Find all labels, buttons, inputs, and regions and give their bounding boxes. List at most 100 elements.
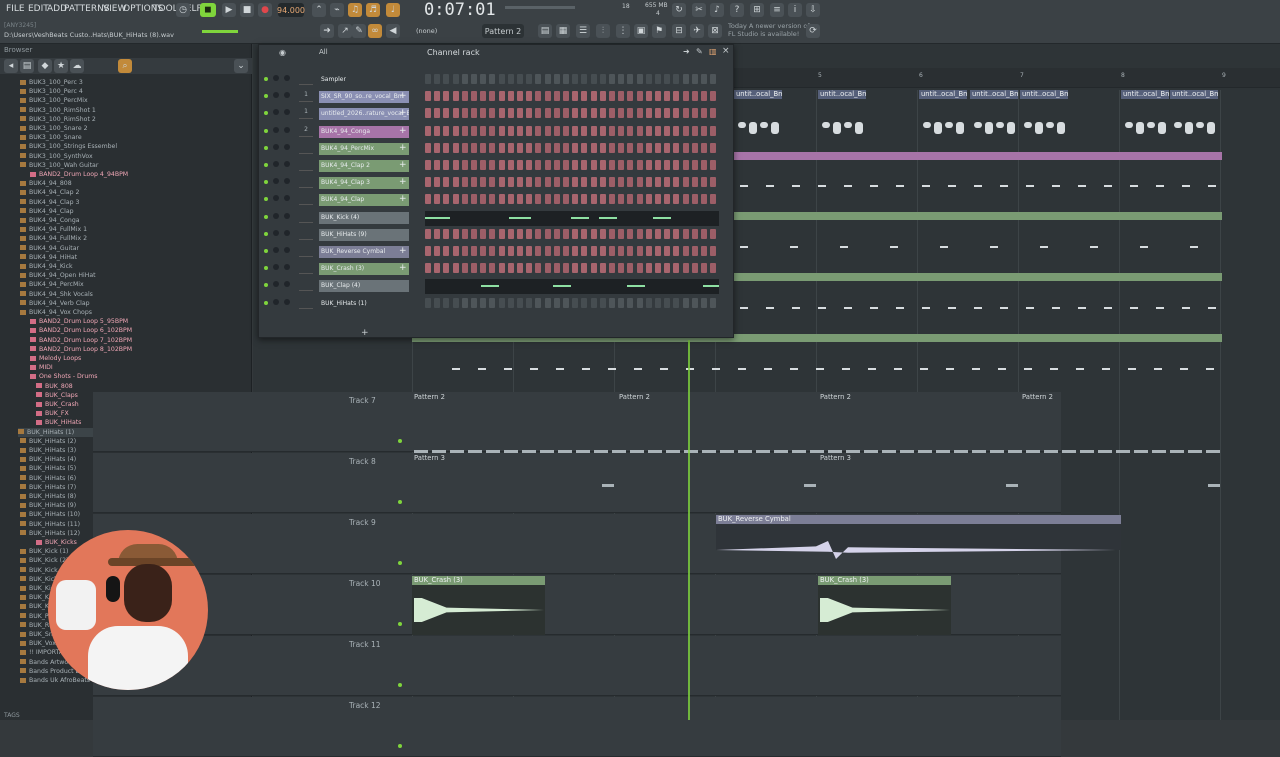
browser-item[interactable]: BUK4_94_Kick [20, 262, 73, 271]
step-button[interactable] [452, 263, 459, 274]
browser-item[interactable]: BUK4_94_FullMix 2 [20, 234, 87, 243]
master-volume-slider[interactable] [202, 30, 238, 33]
update-icon[interactable]: ⟳ [806, 24, 820, 38]
step-button[interactable] [682, 246, 689, 256]
browser-item[interactable]: BUK_HiHats (9) [20, 501, 76, 510]
pattern-clip[interactable]: Pattern 2 [1020, 393, 1220, 402]
browser-item[interactable]: BUK_HiHats (10) [20, 510, 80, 519]
step-button[interactable] [461, 125, 468, 136]
step-button[interactable] [691, 194, 698, 205]
step-button[interactable] [535, 297, 542, 308]
step-button[interactable] [489, 246, 496, 256]
browser-item[interactable]: BUK_HiHats (2) [20, 437, 76, 446]
step-button[interactable] [645, 246, 652, 256]
step-button[interactable] [673, 263, 680, 274]
browser-item[interactable]: BAND2_Drum Loop 7_102BPM [30, 336, 132, 345]
step-button[interactable] [609, 177, 615, 188]
step-button[interactable] [443, 263, 450, 274]
step-button[interactable] [636, 74, 643, 84]
step-button[interactable] [691, 228, 698, 239]
step-button[interactable] [682, 297, 689, 308]
step-button[interactable] [452, 194, 459, 205]
step-button[interactable] [535, 194, 542, 205]
step-button[interactable] [581, 142, 588, 153]
channel-mixer-track[interactable] [299, 194, 313, 206]
browser-files-icon[interactable]: ▤ [20, 59, 34, 73]
step-button[interactable] [599, 91, 606, 102]
step-button[interactable] [434, 74, 441, 84]
step-button[interactable] [645, 142, 652, 153]
step-button[interactable] [498, 263, 505, 274]
step-button[interactable] [673, 125, 680, 136]
percmix-pattern-clip[interactable] [734, 212, 1222, 220]
step-button[interactable] [673, 91, 680, 102]
step-button[interactable] [627, 91, 634, 102]
step-button[interactable] [691, 160, 698, 170]
step-button[interactable] [452, 246, 459, 256]
step-button[interactable] [443, 297, 450, 308]
track-mute-led[interactable] [398, 622, 402, 626]
step-button[interactable] [517, 177, 523, 188]
step-button[interactable] [526, 74, 533, 84]
step-button[interactable] [572, 228, 579, 239]
step-button[interactable] [581, 246, 588, 256]
rack-tools-icon[interactable]: ✎ [696, 47, 703, 56]
step-button[interactable] [691, 177, 698, 188]
touch-keyboard-icon[interactable]: ⊟ [672, 24, 686, 38]
step-button[interactable] [645, 228, 652, 239]
tempo-display[interactable]: 94.000 [277, 3, 305, 17]
step-button[interactable] [434, 194, 441, 205]
rack-filter[interactable]: All [319, 48, 328, 56]
browser-item[interactable]: MIDI [30, 363, 53, 372]
step-button[interactable] [682, 194, 689, 205]
browser-icon[interactable]: ☰ [576, 24, 590, 38]
channel-mixer-track[interactable] [299, 246, 313, 257]
step-button[interactable] [471, 125, 477, 136]
track-mute-led[interactable] [398, 439, 402, 443]
step-button[interactable] [498, 177, 505, 188]
step-button[interactable] [507, 263, 514, 274]
step-button[interactable] [599, 194, 606, 205]
step-button[interactable] [507, 194, 514, 205]
step-button[interactable] [664, 74, 671, 84]
browser-item[interactable]: BUK_HiHats [36, 418, 81, 427]
step-button[interactable] [553, 177, 560, 188]
step-button[interactable] [526, 91, 533, 102]
step-button[interactable] [590, 91, 597, 102]
step-button[interactable] [425, 297, 431, 308]
channel-mute-led[interactable] [264, 163, 268, 167]
step-button[interactable] [636, 125, 643, 136]
step-button[interactable] [664, 228, 671, 239]
channel-add-icon[interactable]: + [399, 91, 407, 101]
step-button[interactable] [461, 263, 468, 274]
rack-graph-icon[interactable]: ▥ [709, 47, 717, 56]
channel-add-icon[interactable]: + [399, 143, 407, 153]
step-button[interactable] [425, 228, 431, 239]
step-button[interactable] [480, 108, 487, 119]
step-button[interactable] [489, 142, 496, 153]
channel-volume-knob[interactable] [284, 75, 290, 81]
step-button[interactable] [452, 91, 459, 102]
cut-icon[interactable]: ✂ [692, 3, 706, 17]
step-button[interactable] [710, 91, 717, 102]
step-button[interactable] [691, 125, 698, 136]
playlist-icon[interactable]: ▤ [538, 24, 552, 38]
channel-mute-led[interactable] [264, 231, 268, 236]
step-button[interactable] [682, 125, 689, 136]
step-button[interactable] [618, 246, 625, 256]
step-button[interactable] [599, 297, 606, 308]
channel-mute-led[interactable] [264, 249, 268, 253]
step-button[interactable] [590, 160, 597, 170]
step-button[interactable] [655, 125, 661, 136]
step-button[interactable] [627, 74, 634, 84]
pattern-selector[interactable]: Pattern 2 [482, 24, 524, 38]
browser-item[interactable]: BUK4_94_808 [20, 179, 72, 188]
browser-item[interactable]: BUK3_100_PercMix [20, 96, 88, 105]
channel-pan-knob[interactable] [273, 247, 279, 253]
step-button[interactable] [517, 297, 523, 308]
step-button[interactable] [581, 194, 588, 205]
step-button[interactable] [581, 177, 588, 188]
step-button[interactable] [425, 194, 431, 205]
browser-item[interactable]: BUK3_100_Perc 3 [20, 78, 83, 87]
step-button[interactable] [443, 246, 450, 256]
